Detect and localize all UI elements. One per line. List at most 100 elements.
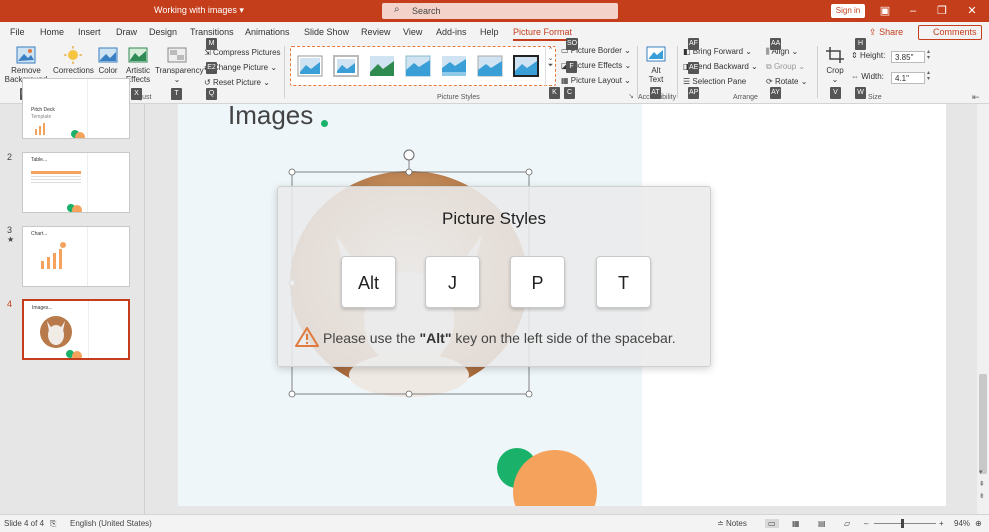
minimize-icon[interactable]: – — [905, 3, 921, 19]
scrollbar-thumb[interactable] — [979, 374, 987, 474]
tab-add-ins[interactable]: Add-ins — [436, 27, 467, 37]
spelling-icon[interactable]: ⎘ — [50, 519, 56, 529]
width-spinner[interactable]: ▴ ▾ — [927, 70, 930, 82]
keytip: C — [564, 87, 575, 99]
tab-picture-format[interactable]: Picture Format — [513, 27, 573, 41]
search-placeholder: Search — [412, 6, 441, 16]
alt-text-icon — [646, 46, 666, 62]
collapse-ribbon-icon[interactable]: ⇤ — [972, 92, 980, 103]
height-icon: ⇕ — [851, 51, 858, 60]
picture-style-option[interactable] — [404, 53, 432, 79]
slide-thumbnail-2[interactable]: Table... — [22, 152, 130, 213]
thumbnail-right-panel — [87, 153, 129, 212]
zoom-level[interactable]: 94% — [954, 519, 970, 528]
previous-slide-icon[interactable]: ⇞ — [979, 480, 985, 488]
zoom-slider-thumb[interactable] — [901, 519, 904, 528]
reset-picture-button[interactable]: ↺ Reset Picture ⌄ — [204, 78, 270, 87]
slide-thumbnail-4[interactable]: Images... — [22, 299, 130, 360]
restore-icon[interactable]: ❐ — [934, 3, 950, 19]
crop-button[interactable]: Crop ⌄ — [823, 46, 847, 84]
key-t: T — [596, 256, 651, 308]
height-input[interactable]: 3.85" — [891, 51, 925, 63]
sign-in-button[interactable]: Sign in — [831, 4, 865, 18]
slide-heading[interactable]: Images — [228, 100, 313, 131]
slide-thumbnail-3[interactable]: Chart... — [22, 226, 130, 287]
height-spinner[interactable]: ▴ ▾ — [927, 49, 930, 61]
document-title[interactable]: Working with images ▾ — [154, 5, 244, 16]
group-label-size: Size — [868, 94, 882, 101]
tab-transitions[interactable]: Transitions — [190, 27, 234, 37]
tab-help[interactable]: Help — [480, 27, 499, 37]
picture-style-option[interactable] — [440, 53, 468, 79]
thumbnail-title: Chart... — [31, 231, 48, 237]
slideshow-icon[interactable]: ▱ — [844, 519, 850, 528]
tab-draw[interactable]: Draw — [116, 27, 137, 37]
thumbnail-right-panel — [88, 301, 128, 358]
selection-pane-icon: ☰ — [683, 77, 691, 86]
picture-style-option[interactable] — [296, 53, 324, 79]
reset-icon: ↺ — [204, 78, 211, 87]
tab-animations[interactable]: Animations — [245, 27, 290, 37]
slide-thumbnails-pane[interactable]: Pitch Deck Template 2 Table... 3 ★ Chart… — [0, 78, 145, 514]
rotate-button[interactable]: ⟳ Rotate ⌄ — [766, 77, 807, 86]
thumbnail-circles — [67, 204, 82, 212]
picture-styles-gallery[interactable] — [290, 46, 556, 86]
share-button[interactable]: ⇪ Share — [869, 25, 903, 40]
slide-thumbnail-1[interactable]: Pitch Deck Template — [22, 78, 130, 139]
layout-icon: ▦ — [561, 76, 569, 85]
tab-file[interactable]: File — [10, 27, 25, 37]
normal-view-icon[interactable]: ▭ — [765, 519, 779, 528]
reading-view-icon[interactable]: ▤ — [818, 519, 826, 528]
tab-view[interactable]: View — [403, 27, 422, 37]
tab-slide-show[interactable]: Slide Show — [304, 27, 349, 37]
close-icon[interactable]: ✕ — [964, 3, 980, 19]
divider — [677, 46, 678, 98]
key-j: J — [425, 256, 480, 308]
tab-review[interactable]: Review — [361, 27, 391, 37]
vertical-scrollbar[interactable]: ▾ ⇞ ⇟ — [977, 104, 989, 514]
keytip: V — [830, 87, 841, 99]
selection-pane-button[interactable]: ☰ Selection Pane — [683, 77, 746, 86]
warning-icon — [295, 327, 319, 347]
comments-button[interactable]: Comments — [918, 25, 982, 40]
picture-style-option[interactable] — [476, 53, 504, 79]
thumbnail-chart — [41, 242, 66, 269]
zoom-out-icon[interactable]: – — [864, 519, 868, 528]
search-box[interactable]: ⌕ Search — [382, 3, 618, 19]
keytip: AY — [770, 87, 781, 99]
zoom-in-icon[interactable]: + — [939, 519, 944, 528]
width-icon: ⇔ — [851, 72, 859, 81]
scroll-down-icon[interactable]: ▾ — [979, 468, 983, 476]
picture-style-option[interactable] — [512, 53, 540, 79]
keytip: H — [855, 38, 866, 50]
ribbon: Remove Background Corrections⌄ Color⌄ Ar… — [0, 38, 989, 104]
warning-message: Please use the "Alt" key on the left sid… — [323, 330, 676, 346]
picture-style-option[interactable] — [368, 53, 396, 79]
status-bar: Slide 4 of 4 ⎘ English (United States) ≐… — [0, 514, 989, 532]
ribbon-display-icon[interactable]: ▣ — [877, 3, 893, 19]
picture-style-option[interactable] — [332, 53, 360, 79]
tab-home[interactable]: Home — [40, 27, 64, 37]
picture-layout-button[interactable]: ▦ Picture Layout ⌄ — [561, 76, 631, 85]
notes-button[interactable]: ≐ Notes — [717, 519, 747, 528]
gallery-scroll[interactable]: ⌃ ⌄ ⏷ — [545, 46, 555, 86]
thumbnail-title: Pitch Deck — [31, 107, 55, 113]
next-slide-icon[interactable]: ⇟ — [979, 492, 985, 500]
sun-icon — [64, 46, 82, 64]
transparency-button[interactable]: Transparency ⌄ — [155, 46, 204, 84]
slide-sorter-icon[interactable]: ▦ — [792, 519, 800, 528]
alt-text-button[interactable]: Alt Text — [643, 46, 669, 84]
tab-design[interactable]: Design — [149, 27, 177, 37]
thumbnail-right-panel — [87, 227, 129, 286]
zoom-slider[interactable] — [874, 523, 936, 524]
language-indicator[interactable]: English (United States) — [70, 519, 152, 528]
width-input[interactable]: 4.1" — [891, 72, 925, 84]
group-label-arrange: Arrange — [733, 94, 758, 101]
decorative-circles — [497, 448, 597, 506]
tab-insert[interactable]: Insert — [78, 27, 101, 37]
slide-number: 2 — [7, 152, 13, 162]
fit-to-window-icon[interactable]: ⊕ — [975, 519, 982, 528]
slide-number: 4 — [7, 299, 13, 309]
keyboard-shortcut-overlay: Picture Styles Alt J P T Please use the … — [277, 186, 711, 367]
dialog-launcher-icon[interactable]: ↘ — [628, 92, 634, 100]
